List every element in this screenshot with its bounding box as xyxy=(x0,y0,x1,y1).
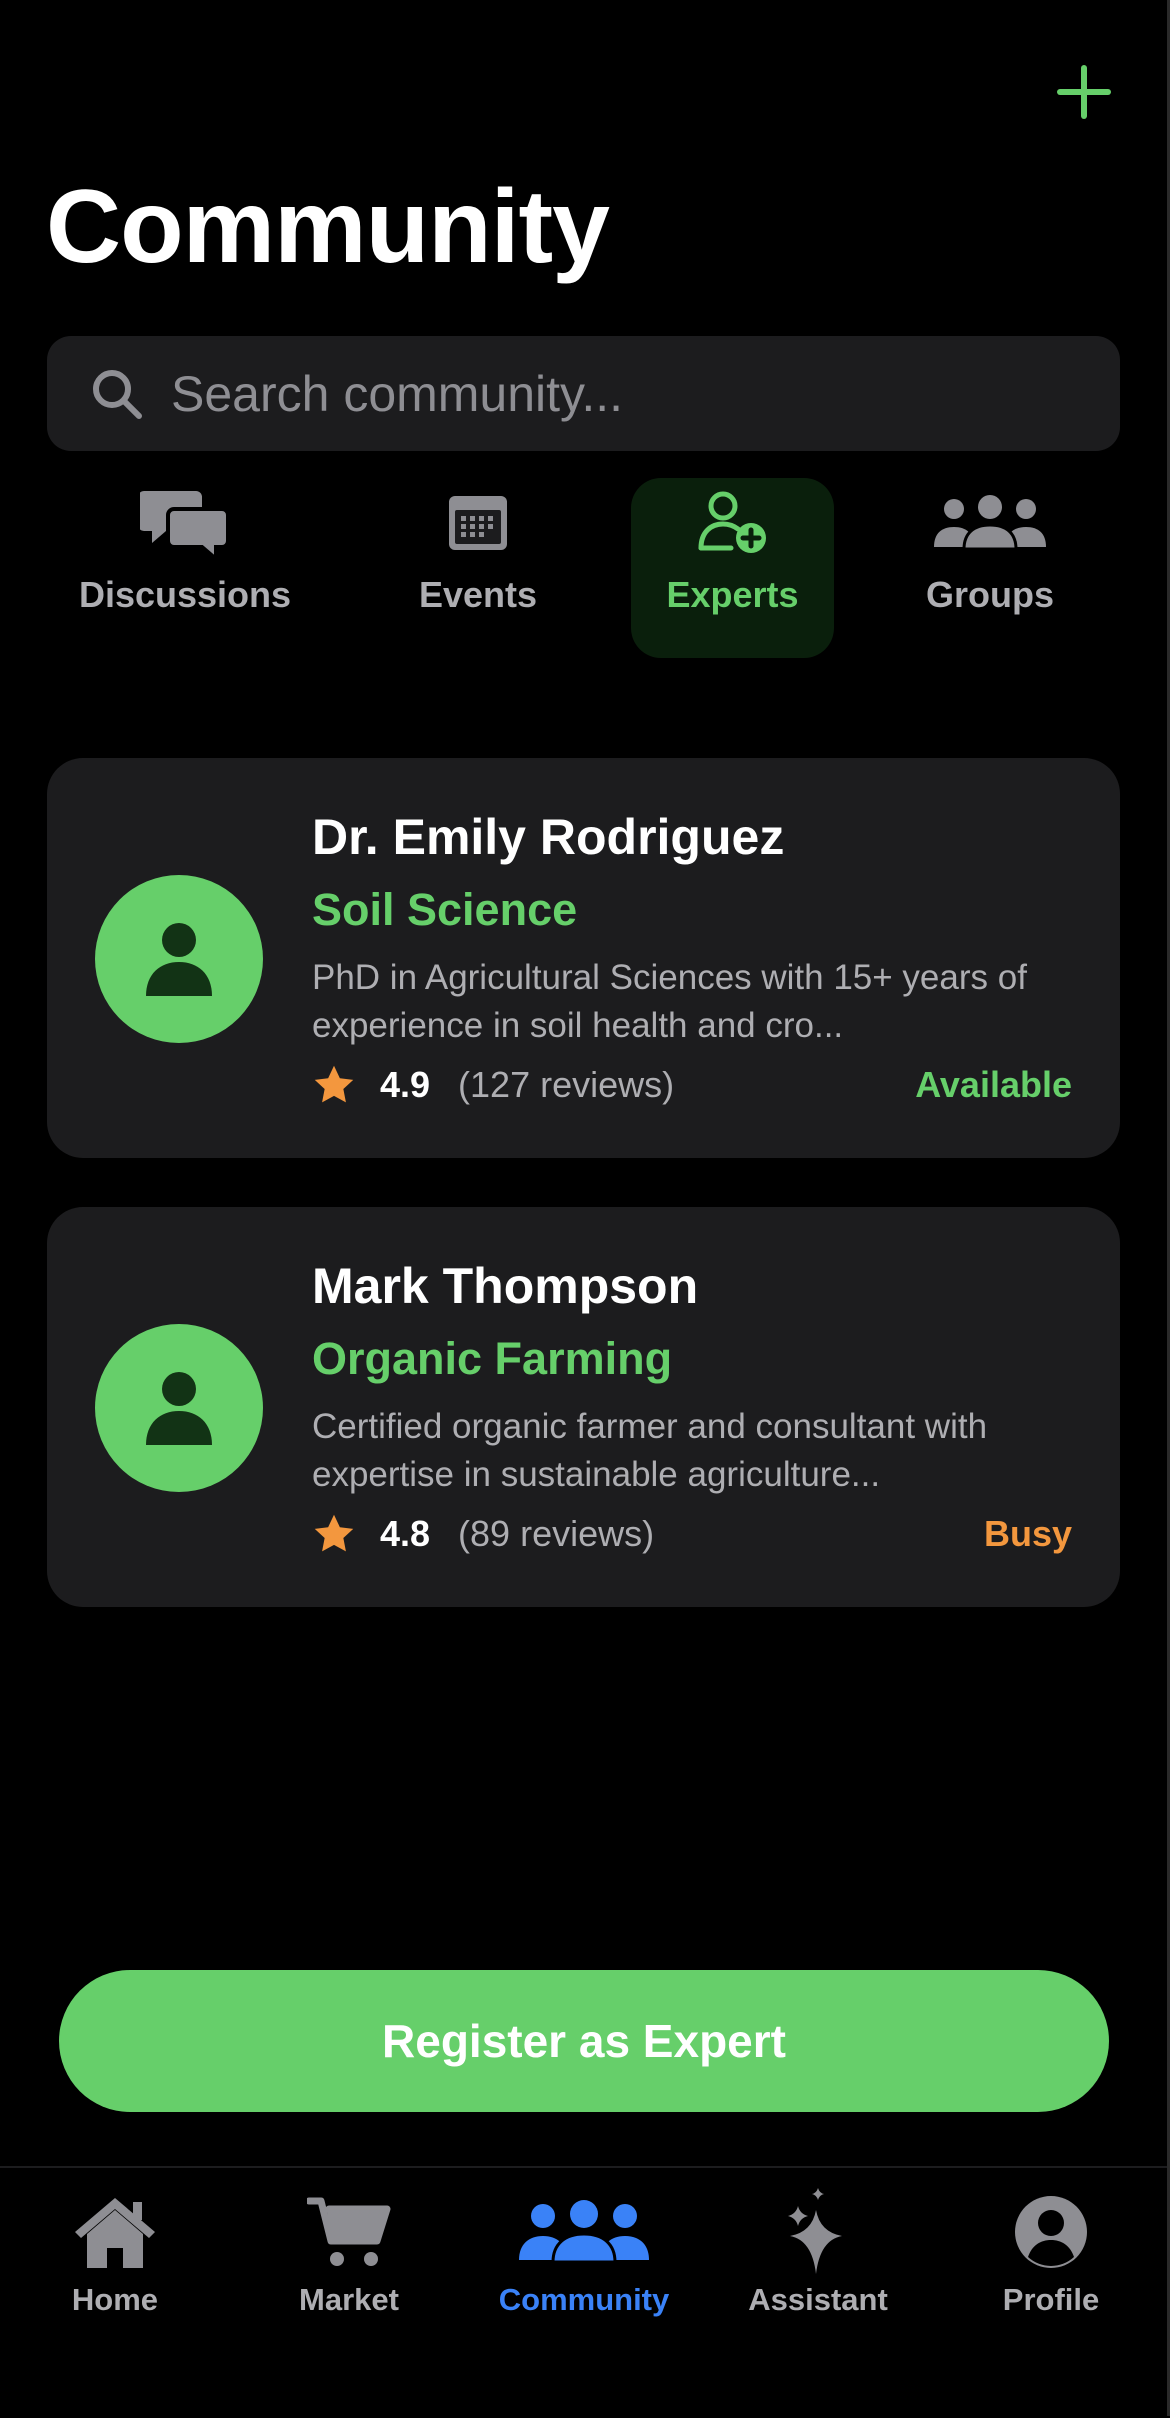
rating-value: 4.8 xyxy=(380,1513,431,1554)
review-count: (89 reviews) xyxy=(458,1513,655,1554)
sparkles-icon xyxy=(780,2186,856,2278)
tab-label: Events xyxy=(418,574,538,615)
nav-community[interactable]: Community xyxy=(474,2186,694,2336)
rating-row: 4.8 (89 reviews) Busy xyxy=(312,1509,1072,1559)
nav-label: Market xyxy=(299,2282,399,2317)
chat-bubbles-icon xyxy=(140,478,230,568)
tab-label: Discussions xyxy=(78,574,292,615)
group-icon xyxy=(934,478,1046,568)
page-title: Community xyxy=(46,169,610,285)
nav-profile[interactable]: Profile xyxy=(941,2186,1161,2336)
tab-discussions[interactable]: Discussions xyxy=(40,478,330,658)
person-icon xyxy=(146,923,212,996)
status-badge: Available xyxy=(915,1064,1072,1105)
register-expert-button[interactable]: Register as Expert xyxy=(59,1970,1109,2112)
add-button[interactable] xyxy=(1050,58,1118,126)
person-icon xyxy=(146,1372,212,1445)
review-count: (127 reviews) xyxy=(458,1064,675,1105)
profile-circle-icon xyxy=(1014,2186,1088,2278)
people-icon xyxy=(519,2186,649,2278)
status-badge: Busy xyxy=(983,1513,1072,1554)
expert-name: Mark Thompson xyxy=(312,1258,699,1314)
nav-label: Profile xyxy=(1002,2282,1100,2317)
star-icon xyxy=(314,1514,354,1552)
nav-label: Assistant xyxy=(748,2282,888,2317)
cart-icon xyxy=(307,2186,391,2278)
person-add-icon xyxy=(697,478,769,568)
nav-assistant[interactable]: Assistant xyxy=(708,2186,928,2336)
tab-groups[interactable]: Groups xyxy=(880,478,1100,658)
nav-market[interactable]: Market xyxy=(239,2186,459,2336)
plus-icon xyxy=(1057,65,1111,119)
tab-label: Experts xyxy=(666,574,799,615)
nav-label: Community xyxy=(498,2282,670,2317)
house-icon xyxy=(71,2186,159,2278)
tab-label: Groups xyxy=(925,574,1054,615)
avatar xyxy=(95,875,263,1043)
expert-bio: Certified organic farmer and consultant … xyxy=(312,1407,988,1494)
rating-value: 4.9 xyxy=(380,1064,431,1105)
expert-card[interactable]: Dr. Emily Rodriguez Soil Science PhD in … xyxy=(47,758,1120,1158)
search-bar[interactable] xyxy=(47,336,1120,451)
tab-events[interactable]: Events xyxy=(368,478,588,658)
bottom-tab-bar: Home Market Community Assistant Profile xyxy=(0,2166,1167,2418)
expert-bio: PhD in Agricultural Sciences with 15+ ye… xyxy=(312,958,1027,1045)
star-icon xyxy=(314,1065,354,1103)
search-icon xyxy=(87,364,147,424)
avatar xyxy=(95,1324,263,1492)
nav-home[interactable]: Home xyxy=(5,2186,225,2336)
tab-experts[interactable]: Experts xyxy=(631,478,834,658)
rating-row: 4.9 (127 reviews) Available xyxy=(312,1060,1072,1110)
expert-field: Soil Science xyxy=(312,884,578,935)
expert-card[interactable]: Mark Thompson Organic Farming Certified … xyxy=(47,1207,1120,1607)
expert-field: Organic Farming xyxy=(312,1333,673,1384)
calendar-icon xyxy=(447,478,509,568)
expert-name: Dr. Emily Rodriguez xyxy=(312,809,785,865)
nav-label: Home xyxy=(71,2282,159,2317)
search-input[interactable] xyxy=(171,364,1120,423)
